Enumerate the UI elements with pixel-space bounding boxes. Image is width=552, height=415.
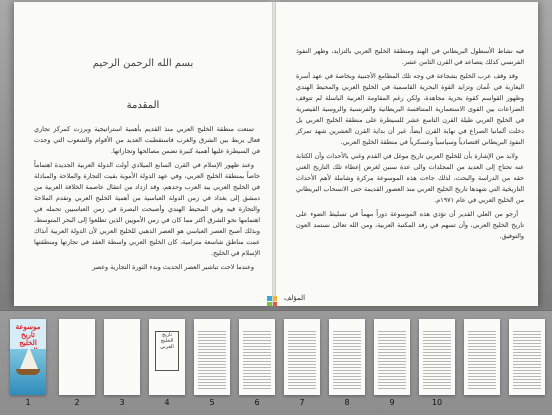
text-lines [378,329,406,389]
thumbnail-number: 5 [209,398,215,407]
book-viewer[interactable]: بسم الله الرحمن الرحيم المقدمة تمتعت منط… [0,0,552,310]
thumbnail-number: 3 [119,398,125,407]
thumbnail-number: 6 [254,398,260,407]
text-lines [198,329,226,389]
right-page[interactable]: فيه نشاط الأسطول البريطاني في الهند ومنط… [276,2,538,306]
text-lines [423,329,451,389]
thumbnail-number: 9 [389,398,395,407]
thumbnail-strip[interactable]: موسوعة تاريخ الخليج العربي 1 2 3 تاريخ ا… [0,310,552,415]
thumbnail-number: 2 [74,398,80,407]
thumbnail-page-5[interactable] [194,319,230,395]
paragraph: تمتعت منطقة الخليج العربي منذ القديم بأه… [34,125,260,155]
grid-icon[interactable] [267,296,277,306]
thumbnail-number: 8 [344,398,350,407]
title-box: تاريخ الخليج العربي [155,331,179,371]
thumbnail-page-9[interactable] [374,319,410,395]
left-page-text: تمتعت منطقة الخليج العربي منذ القديم بأه… [34,124,260,276]
paragraph: وقد وقف عرب الخليج بشجاعة في وجه تلك الم… [296,72,524,146]
thumbnail-page-4[interactable]: تاريخ الخليج العربي [149,319,185,395]
left-page[interactable]: بسم الله الرحمن الرحيم المقدمة تمتعت منط… [14,2,272,306]
thumbnail-number: 7 [299,398,305,407]
thumbnail-page-1[interactable]: موسوعة تاريخ الخليج العربي [10,319,46,395]
text-lines [333,329,361,389]
thumbnail-page-6[interactable] [239,319,275,395]
text-lines [513,329,541,389]
paragraph: فيه نشاط الأسطول البريطاني في الهند ومنط… [296,47,524,66]
paragraph: ولابد من الإشارة بأن للخليج العربي تاريخ… [296,152,524,204]
author-label: المؤلف [284,294,306,302]
thumbnail-page-11[interactable] [464,319,500,395]
paragraph: أرجو من العلي القدير أن تؤدي هذه الموسوع… [296,210,524,240]
thumbnail-page-10[interactable] [419,319,455,395]
cover-boat-hull [16,369,40,375]
paragraph: وعند ظهور الإسلام في القرن السابع الميلا… [34,161,260,257]
basmala: بسم الله الرحمن الرحيم [92,58,194,69]
thumbnail-page-12[interactable] [509,319,545,395]
right-page-text: فيه نشاط الأسطول البريطاني في الهند ومنط… [296,46,524,245]
cover-sail-image [20,347,38,369]
text-lines [468,329,496,389]
text-lines [243,329,271,389]
thumbnail-page-8[interactable] [329,319,365,395]
thumbnail-number: 4 [164,398,170,407]
thumbnail-number: 1 [25,398,31,407]
paragraph: وعندما لاحت تباشير العصر الحديث وبدء الث… [92,263,254,271]
thumbnail-page-7[interactable] [284,319,320,395]
chapter-title: المقدمة [126,100,160,111]
thumbnail-number: 10 [431,398,443,407]
text-lines [288,329,316,389]
thumbnail-page-3[interactable] [104,319,140,395]
thumbnail-page-2[interactable] [59,319,95,395]
